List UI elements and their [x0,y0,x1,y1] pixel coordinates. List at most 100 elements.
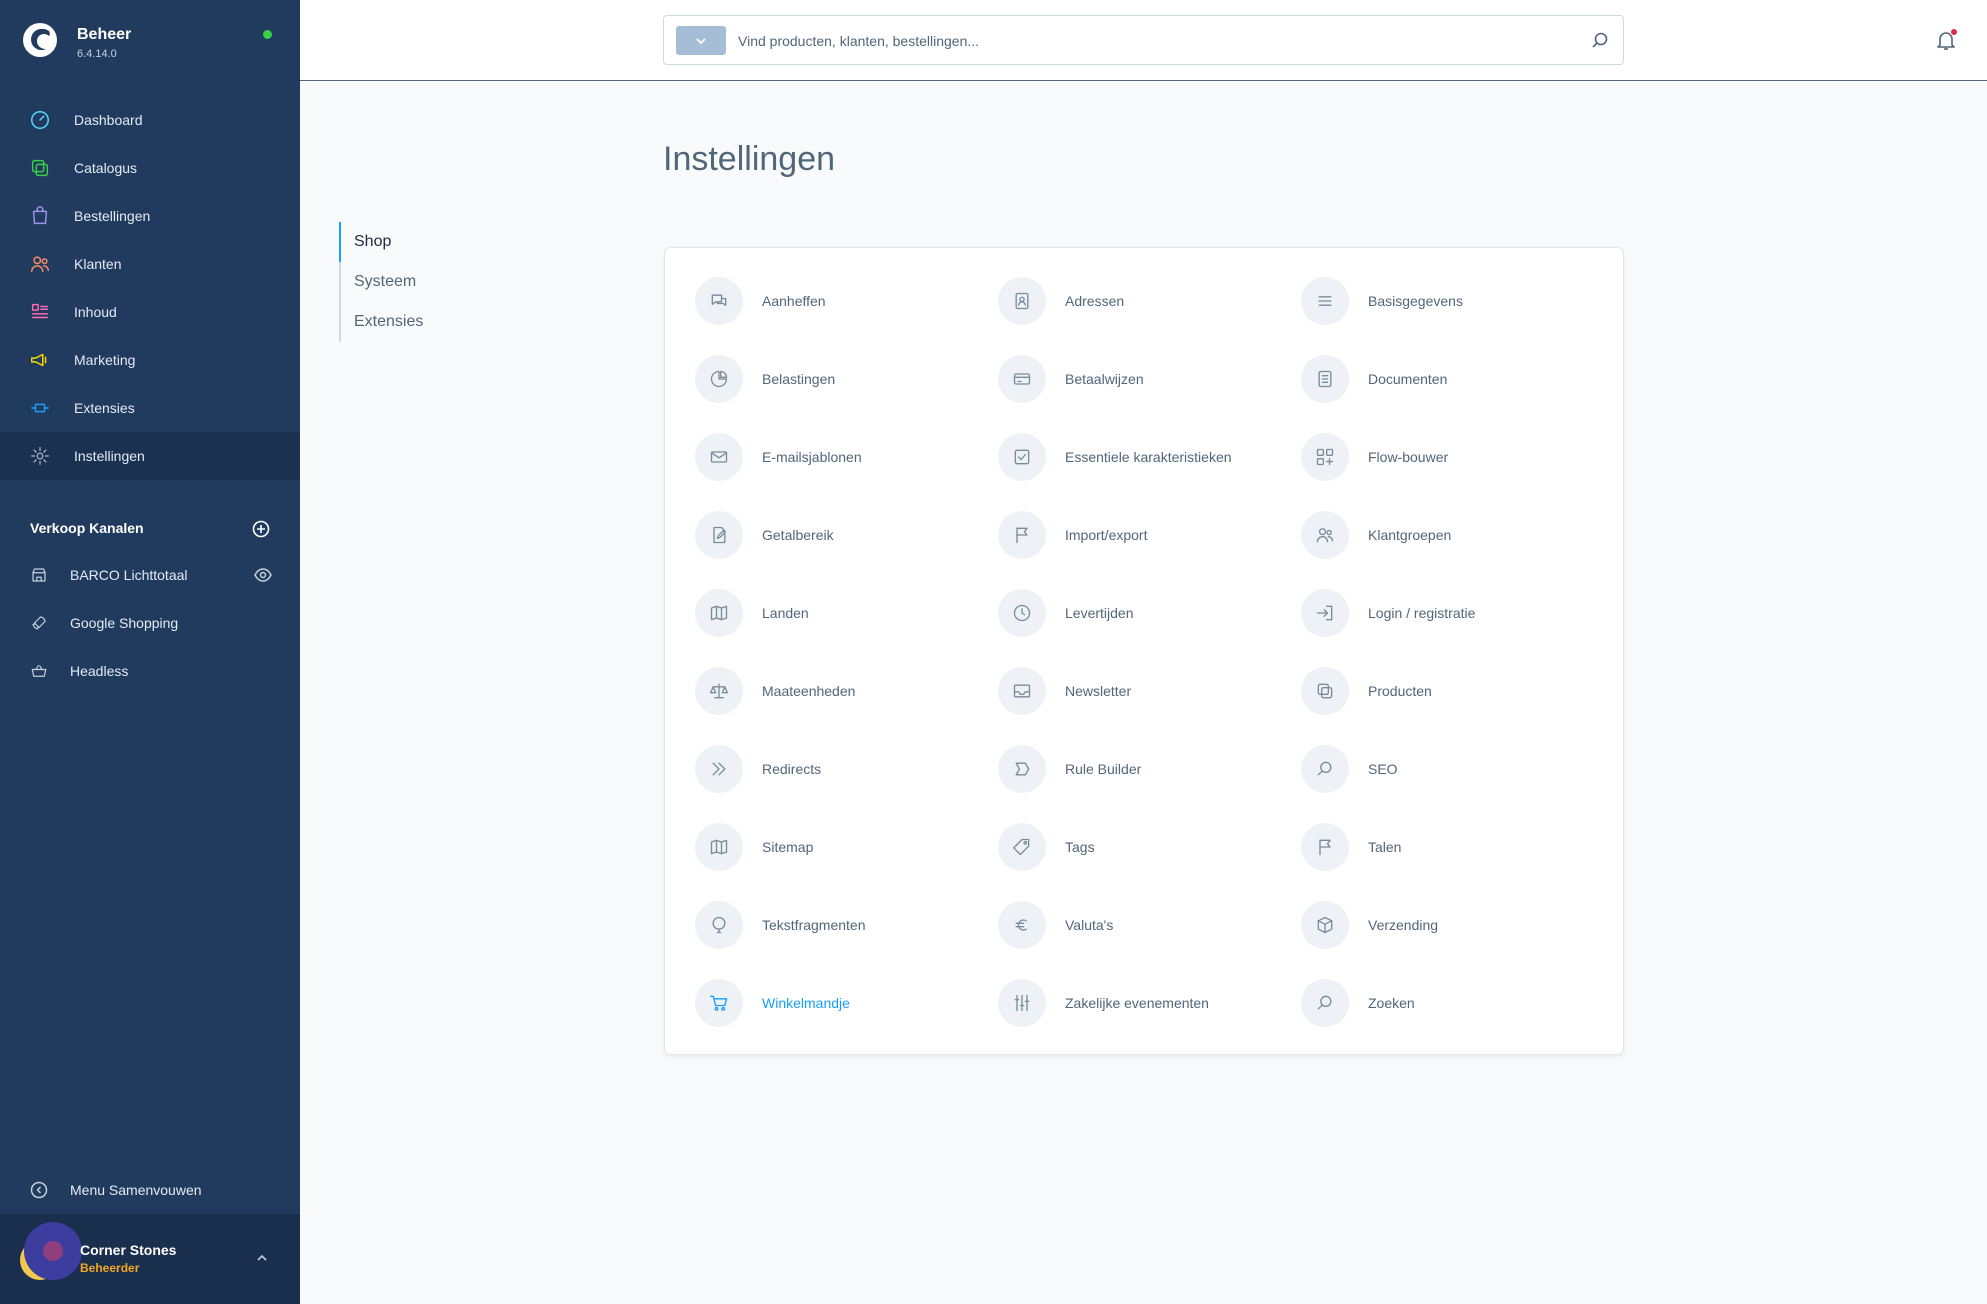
search-icon[interactable] [1591,31,1609,49]
flag-icon [1301,823,1349,871]
settings-item[interactable]: Zoeken [1301,978,1604,1028]
settings-item[interactable]: Flow-bouwer [1301,432,1604,482]
products-icon [1301,667,1349,715]
sales-channel-item[interactable]: Google Shopping [0,599,300,647]
settings-item-label: Newsletter [1065,683,1132,699]
checkbox-icon [998,433,1046,481]
user-menu[interactable]: Corner Stones Beheerder [0,1214,300,1304]
settings-item[interactable]: E-mailsjablonen [695,432,998,482]
settings-item[interactable]: Getalbereik [695,510,998,560]
sales-channel-label: BARCO Lichttotaal [70,567,188,583]
settings-item-label: Getalbereik [762,527,834,543]
settings-item[interactable]: Betaalwijzen [998,354,1301,404]
sidebar-item-catalogus[interactable]: Catalogus [0,144,300,192]
settings-item-label: Documenten [1368,371,1448,387]
sidebar-item-klanten[interactable]: Klanten [0,240,300,288]
settings-item[interactable]: Belastingen [695,354,998,404]
sidebar-item-bestellingen[interactable]: Bestellingen [0,192,300,240]
rocket-icon [30,614,48,632]
sales-channel-item[interactable]: BARCO Lichttotaal [0,551,300,599]
sign-in-icon [1301,589,1349,637]
settings-item[interactable]: Newsletter [998,666,1301,716]
inbox-icon [998,667,1046,715]
tab-extensies[interactable]: Extensies [339,302,539,342]
notifications-button[interactable] [1934,28,1958,52]
tag-icon [998,823,1046,871]
settings-item-label: Winkelmandje [762,995,850,1011]
orders-icon [28,204,52,228]
global-search [663,15,1624,65]
settings-item[interactable]: Documenten [1301,354,1604,404]
add-sales-channel-icon[interactable] [252,520,270,538]
settings-item[interactable]: Landen [695,588,998,638]
settings-item[interactable]: SEO [1301,744,1604,794]
settings-item[interactable]: Valuta's [998,900,1301,950]
settings-item[interactable]: Sitemap [695,822,998,872]
eye-icon[interactable] [254,568,272,582]
sidebar-item-label: Inhoud [74,304,117,320]
settings-item-label: Redirects [762,761,822,777]
settings-item[interactable]: Levertijden [998,588,1301,638]
settings-item-label: Verzending [1368,917,1439,933]
settings-item[interactable]: Winkelmandje [695,978,998,1028]
customers-icon [28,252,52,276]
catalog-icon [28,156,52,180]
settings-item[interactable]: Tags [998,822,1301,872]
sidebar-item-label: Klanten [74,256,122,272]
settings-item[interactable]: Producten [1301,666,1604,716]
brand-header[interactable]: Beheer 6.4.14.0 [22,22,282,62]
settings-item[interactable]: Maateenheden [695,666,998,716]
settings-item[interactable]: Import/export [998,510,1301,560]
settings-item-label: Rule Builder [1065,761,1142,777]
sales-channel-item[interactable]: Headless [0,647,300,695]
address-book-icon [998,277,1046,325]
settings-icon [28,444,52,468]
chevron-up-icon[interactable] [254,1250,270,1266]
settings-item-label: Maateenheden [762,683,856,699]
storefront-icon [30,566,48,584]
sidebar-item-extensies[interactable]: Extensies [0,384,300,432]
settings-item[interactable]: Essentiele karakteristieken [998,432,1301,482]
tab-shop[interactable]: Shop [339,222,539,262]
sidebar: Beheer 6.4.14.0 Dashboard Catalogus Bestel… [0,0,300,1304]
sidebar-item-inhoud[interactable]: Inhoud [0,288,300,336]
settings-item-label: Essentiele karakteristieken [1065,449,1232,465]
user-role: Beheerder [80,1261,140,1275]
sidebar-item-instellingen[interactable]: Instellingen [0,432,300,480]
chevron-down-icon [696,37,706,44]
search-icon [1301,745,1349,793]
pie-chart-icon [695,355,743,403]
settings-item[interactable]: Verzending [1301,900,1604,950]
chevron-left-circle-icon [30,1181,48,1199]
settings-item[interactable]: Zakelijke evenementen [998,978,1301,1028]
sidebar-item-dashboard[interactable]: Dashboard [0,96,300,144]
basket-icon [30,662,48,680]
user-name: Corner Stones [80,1242,177,1258]
sidebar-item-marketing[interactable]: Marketing [0,336,300,384]
settings-item[interactable]: Adressen [998,276,1301,326]
settings-item-label: E-mailsjablonen [762,449,862,465]
settings-item[interactable]: Aanheffen [695,276,998,326]
clock-icon [998,589,1046,637]
settings-item[interactable]: Redirects [695,744,998,794]
sidebar-item-label: Marketing [74,352,136,368]
settings-item[interactable]: Basisgegevens [1301,276,1604,326]
chat-icon [695,277,743,325]
settings-item[interactable]: Klantgroepen [1301,510,1604,560]
settings-item[interactable]: Tekstfragmenten [695,900,998,950]
settings-item[interactable]: Rule Builder [998,744,1301,794]
settings-item[interactable]: Talen [1301,822,1604,872]
settings-item-label: Tekstfragmenten [762,917,866,933]
collapse-menu-button[interactable]: Menu Samenvouwen [30,1180,202,1200]
search-input[interactable] [738,28,1558,54]
sidebar-item-label: Extensies [74,400,135,416]
search-type-dropdown[interactable] [676,26,726,55]
balloon-icon [695,901,743,949]
settings-tabs: Shop Systeem Extensies [339,222,539,342]
document-icon [1301,355,1349,403]
settings-item-label: Betaalwijzen [1065,371,1144,387]
sales-channel-list: BARCO Lichttotaal Google Shopping Headless [0,551,300,695]
settings-item-label: Landen [762,605,809,621]
tab-systeem[interactable]: Systeem [339,262,539,302]
settings-item[interactable]: Login / registratie [1301,588,1604,638]
